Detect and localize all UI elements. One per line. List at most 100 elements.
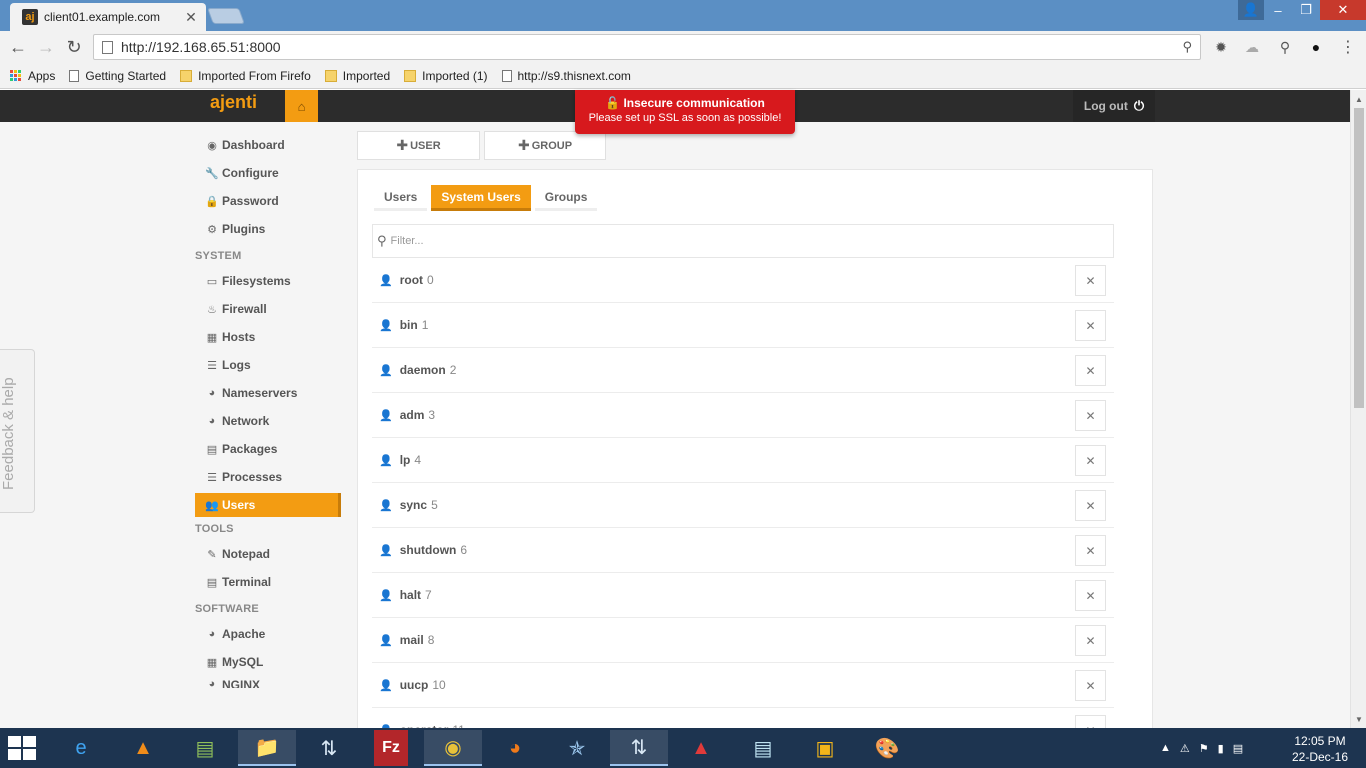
minimize-button[interactable]: – — [1264, 0, 1292, 20]
browser-tab[interactable]: aj client01.example.com ✕ — [10, 3, 206, 31]
menu-icon[interactable]: ⋮ — [1338, 37, 1358, 57]
add-user-button[interactable]: ✚ USER — [357, 131, 480, 160]
tray-battery-icon[interactable]: ▮ — [1218, 742, 1224, 755]
profile-icon[interactable]: 👤 — [1238, 0, 1264, 20]
file-explorer-icon[interactable]: 📁 — [238, 730, 296, 766]
bookmark-imported-from-firefox[interactable]: Imported From Firefo — [180, 69, 311, 83]
filezilla-icon[interactable]: Fz — [374, 730, 408, 766]
bookmark-imported[interactable]: Imported — [324, 69, 390, 83]
feedback-help-tab[interactable]: Feedback & help — [0, 349, 35, 513]
delete-button[interactable]: ✕ — [1075, 445, 1106, 476]
sidebar-item-network[interactable]: ◕ Network — [195, 409, 341, 433]
sidebar-item-dashboard[interactable]: ◉ Dashboard — [195, 133, 341, 157]
sidebar-item-hosts[interactable]: ▦ Hosts — [195, 325, 341, 349]
drive-icon[interactable]: ☁ — [1242, 37, 1262, 57]
close-window-button[interactable]: ✕ — [1320, 0, 1366, 20]
forward-icon[interactable]: → — [32, 33, 60, 61]
safari-icon[interactable]: ✯ — [548, 730, 606, 766]
maximize-button[interactable]: ❐ — [1292, 0, 1320, 20]
delete-button[interactable]: ✕ — [1075, 670, 1106, 701]
search-extension-icon[interactable]: ⚲ — [1275, 37, 1295, 57]
remote-desktop-2-icon[interactable]: ⇅ — [610, 730, 668, 766]
notes-app-icon[interactable]: ▤ — [734, 730, 792, 766]
reload-icon[interactable]: ↻ — [60, 33, 88, 61]
virtualbox-icon[interactable]: ▣ — [796, 730, 854, 766]
sidebar-item-users[interactable]: 👥 Users — [195, 493, 341, 517]
sidebar-item-firewall[interactable]: ♨ Firewall — [195, 297, 341, 321]
tray-shield-icon[interactable]: ⚠ — [1180, 742, 1190, 755]
bookmark-getting-started[interactable]: Getting Started — [69, 69, 166, 83]
sidebar-item-logs[interactable]: ☰ Logs — [195, 353, 341, 377]
list-item[interactable]: 👤 daemon 2 ✕ — [372, 348, 1114, 393]
sidebar-item-terminal[interactable]: ▤ Terminal — [195, 570, 341, 594]
page-scrollbar[interactable]: ▲ ▼ — [1350, 90, 1366, 728]
list-item[interactable]: 👤 mail 8 ✕ — [372, 618, 1114, 663]
delete-button[interactable]: ✕ — [1075, 400, 1106, 431]
list-item[interactable]: 👤 bin 1 ✕ — [372, 303, 1114, 348]
scroll-down-icon[interactable]: ▼ — [1351, 712, 1366, 726]
tray-expand-icon[interactable]: ▲ — [1160, 742, 1171, 754]
logout-button[interactable]: Log out ⏻ — [1073, 90, 1155, 122]
list-item[interactable]: 👤 halt 7 ✕ — [372, 573, 1114, 618]
delete-button[interactable]: ✕ — [1075, 490, 1106, 521]
tab-groups[interactable]: Groups — [534, 185, 598, 211]
list-item[interactable]: 👤 root 0 ✕ — [372, 258, 1114, 303]
scroll-thumb[interactable] — [1354, 108, 1364, 408]
home-icon[interactable]: ⌂ — [285, 90, 318, 122]
sidebar-item-nameservers[interactable]: ◕ Nameservers — [195, 381, 341, 405]
back-icon[interactable]: ← — [4, 33, 32, 61]
paint-icon[interactable]: 🎨 — [858, 730, 916, 766]
remote-desktop-icon[interactable]: ⇅ — [300, 730, 358, 766]
filter-input[interactable] — [390, 235, 991, 247]
sidebar-item-mysql[interactable]: ▦ MySQL — [195, 650, 341, 674]
delete-button[interactable]: ✕ — [1075, 580, 1106, 611]
delete-button[interactable]: ✕ — [1075, 535, 1106, 566]
url-text[interactable]: http://192.168.65.51:8000 — [121, 39, 1182, 55]
tab-users[interactable]: Users — [374, 185, 428, 211]
sidebar-item-processes[interactable]: ☰ Processes — [195, 465, 341, 489]
delete-button[interactable]: ✕ — [1075, 715, 1106, 728]
list-item[interactable]: 👤 shutdown 6 ✕ — [372, 528, 1114, 573]
delete-button[interactable]: ✕ — [1075, 310, 1106, 341]
sidebar-item-password[interactable]: 🔒 Password — [195, 189, 341, 213]
key-icon[interactable]: ⚲ — [1182, 39, 1192, 55]
bookmark-imported-1[interactable]: Imported (1) — [404, 69, 488, 83]
internet-explorer-icon[interactable]: e — [52, 730, 110, 766]
page-icon — [69, 69, 80, 82]
tray-flag-icon[interactable]: ⚑ — [1199, 742, 1209, 755]
flame-extension-icon[interactable]: ● — [1306, 37, 1326, 57]
delete-button[interactable]: ✕ — [1075, 625, 1106, 656]
sidebar-item-plugins[interactable]: ⚙ Plugins — [195, 217, 341, 241]
bookmark-apps[interactable]: Apps — [10, 69, 55, 83]
delete-button[interactable]: ✕ — [1075, 265, 1106, 296]
sidebar-item-packages[interactable]: ▤ Packages — [195, 437, 341, 461]
list-item[interactable]: 👤 sync 5 ✕ — [372, 483, 1114, 528]
firefox-icon[interactable]: ◕ — [486, 730, 544, 766]
list-item[interactable]: 👤 uucp 10 ✕ — [372, 663, 1114, 708]
tab-close-icon[interactable]: ✕ — [182, 8, 200, 26]
list-item[interactable]: 👤operator11✕ — [372, 708, 1114, 728]
tab-system-users[interactable]: System Users — [431, 185, 531, 211]
delete-button[interactable]: ✕ — [1075, 355, 1106, 386]
new-tab-button[interactable] — [207, 8, 245, 24]
acrobat-icon[interactable]: ▲ — [672, 730, 730, 766]
vlc-icon[interactable]: ▲ — [114, 730, 172, 766]
list-item[interactable]: 👤 lp 4 ✕ — [372, 438, 1114, 483]
bookmark-thisnext[interactable]: http://s9.thisnext.com — [501, 69, 631, 83]
chrome-icon[interactable]: ◉ — [424, 730, 482, 766]
add-group-button[interactable]: ✚ GROUP — [484, 131, 606, 160]
windows-start-icon[interactable] — [8, 736, 38, 760]
sidebar-item-nginx[interactable]: ◕ NGINX — [195, 678, 341, 688]
taskbar-clock[interactable]: 12:05 PM 22-Dec-16 — [1284, 733, 1356, 765]
sidebar-item-apache[interactable]: ◕ Apache — [195, 622, 341, 646]
extension-gear-icon[interactable]: ✹ — [1211, 37, 1231, 57]
insecure-communication-alert[interactable]: 🔓 Insecure communication Please set up S… — [575, 90, 795, 134]
address-bar[interactable]: http://192.168.65.51:8000 ⚲ — [93, 34, 1201, 60]
scroll-up-icon[interactable]: ▲ — [1351, 92, 1366, 106]
network-tool-icon[interactable]: ▤ — [176, 730, 234, 766]
sidebar-item-notepad[interactable]: ✎ Notepad — [195, 542, 341, 566]
list-item[interactable]: 👤 adm 3 ✕ — [372, 393, 1114, 438]
sidebar-item-configure[interactable]: 🔧 Configure — [195, 161, 341, 185]
sidebar-item-filesystems[interactable]: ▭ Filesystems — [195, 269, 341, 293]
tray-network-icon[interactable]: ▤ — [1233, 742, 1243, 755]
